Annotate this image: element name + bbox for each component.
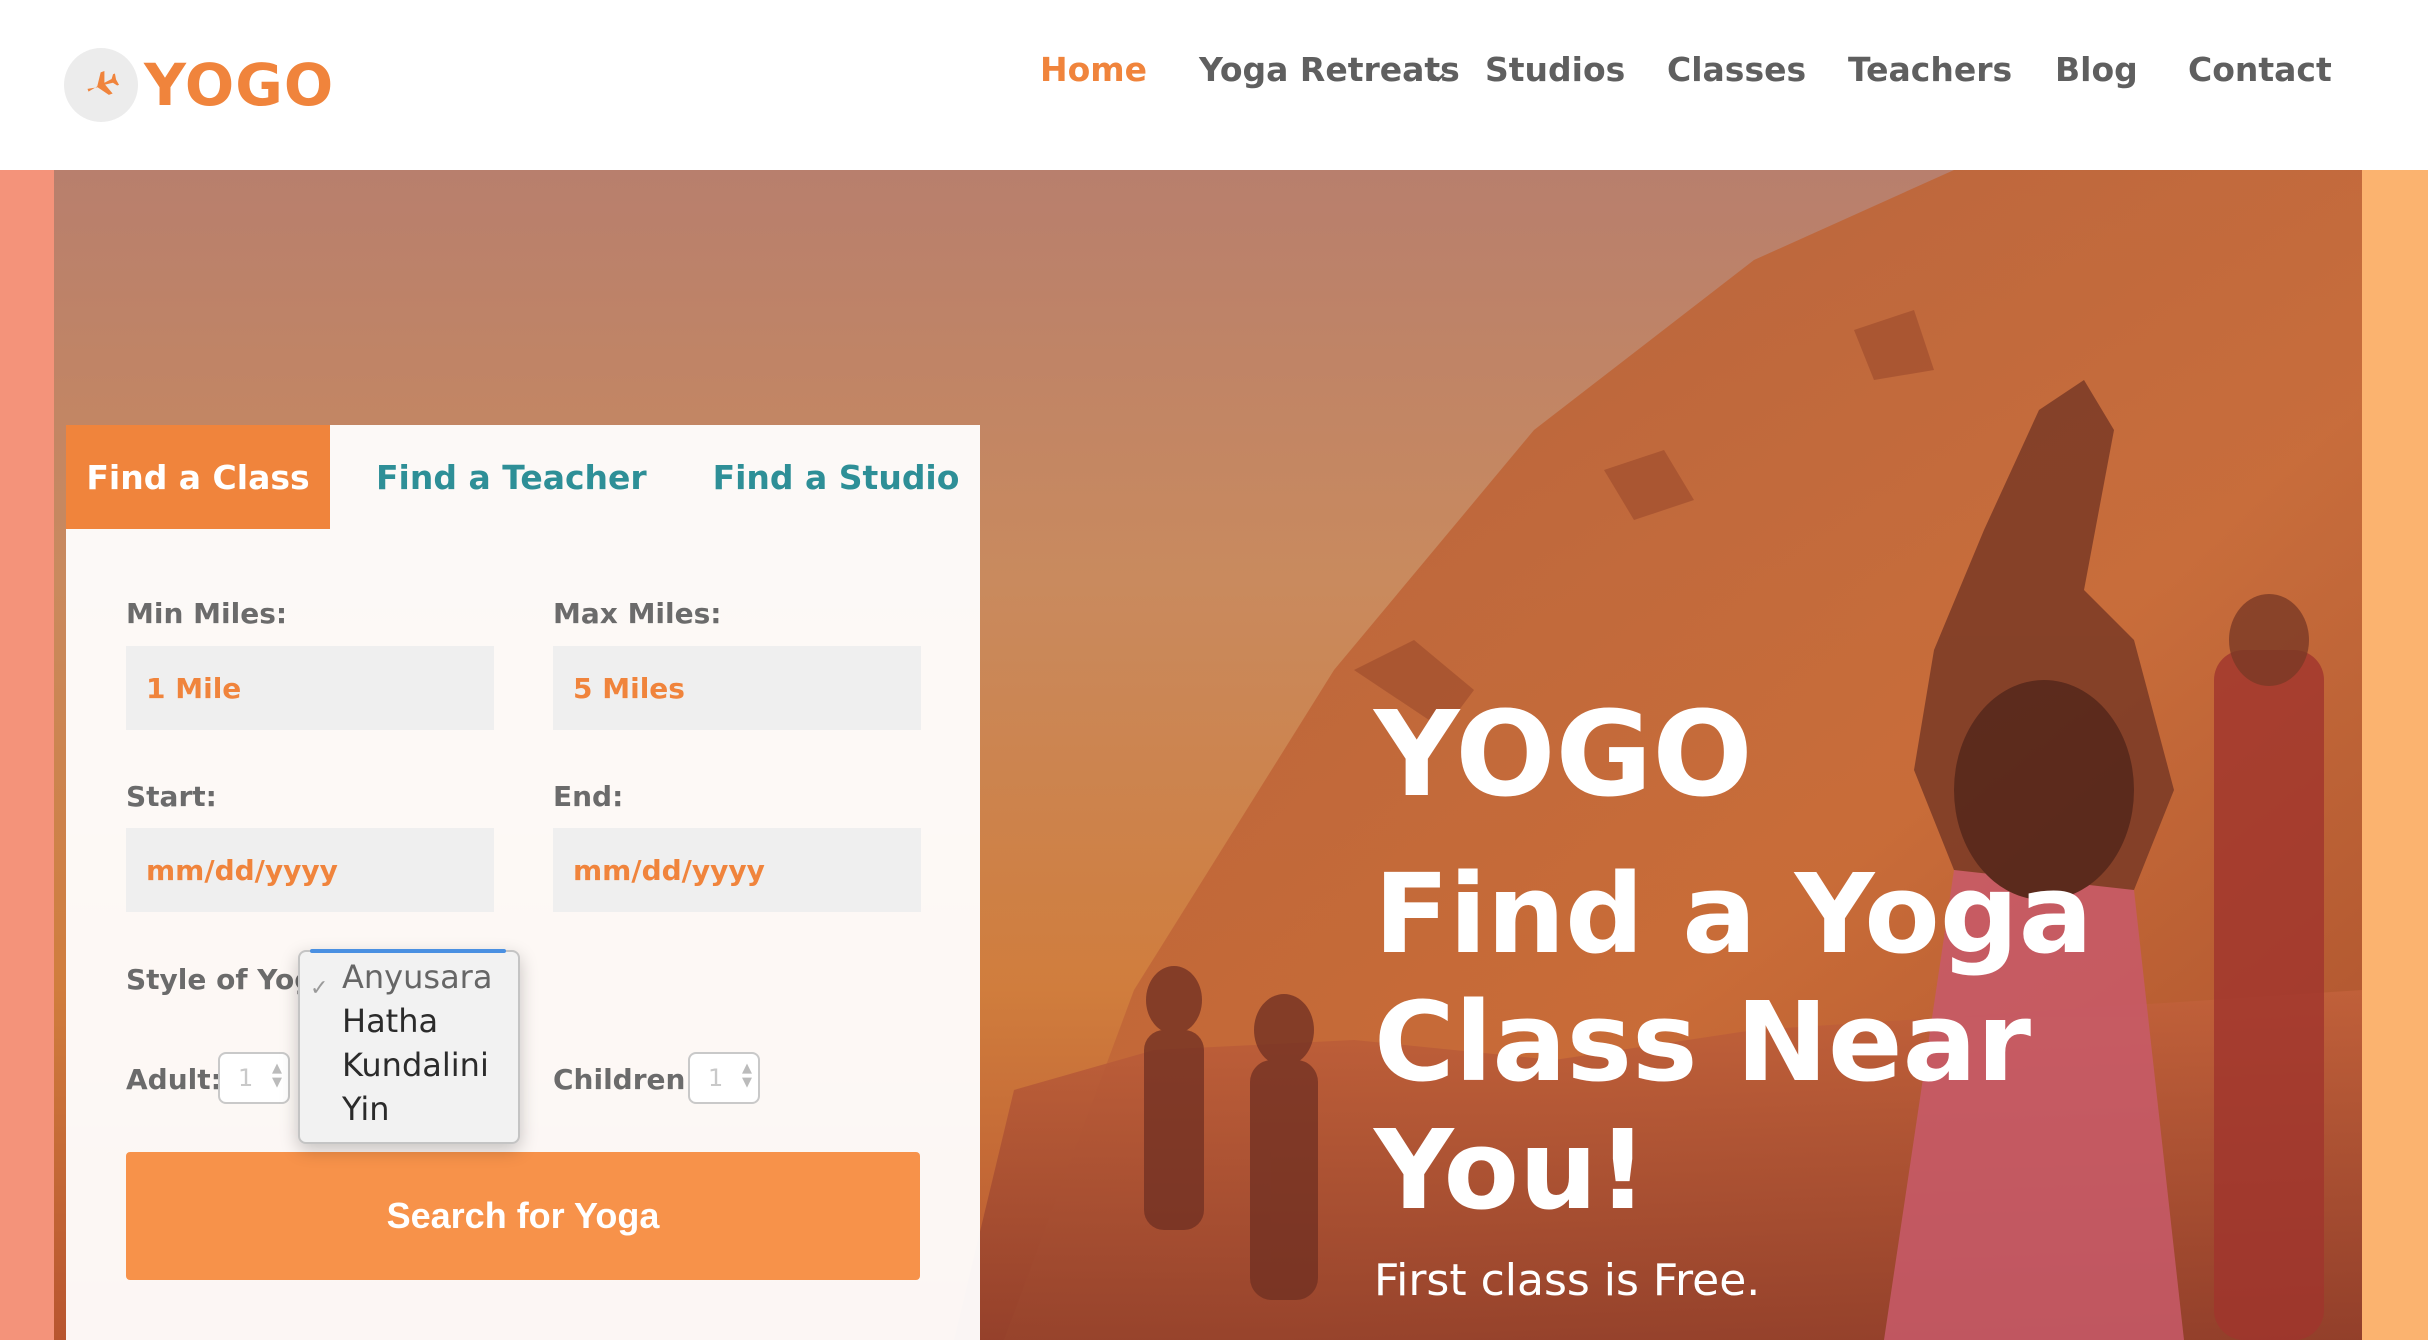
children-stepper[interactable]: 1 ▲ ▼ (688, 1052, 760, 1104)
start-date-input[interactable]: mm/dd/yyyy (126, 828, 494, 912)
option-yin[interactable]: Yin (342, 1090, 390, 1128)
max-miles-label: Max Miles: (553, 597, 722, 630)
end-date-label: End: (553, 780, 624, 813)
nav-item-teachers[interactable]: Teachers (1848, 50, 2012, 89)
nav-item-home[interactable]: Home (1040, 50, 1147, 89)
search-tabs: Find a Class Find a Teacher Find a Studi… (66, 425, 980, 529)
min-miles-select[interactable]: 1 Mile (126, 646, 494, 730)
yoga-style-dropdown[interactable]: ✓ Anyusara Hatha Kundalini Yin (298, 949, 520, 1144)
option-kundalini[interactable]: Kundalini (342, 1046, 489, 1084)
tab-find-class[interactable]: Find a Class (66, 425, 330, 529)
nav-item-studios[interactable]: Studios (1485, 50, 1625, 89)
start-date-label: Start: (126, 780, 217, 813)
adult-stepper[interactable]: 1 ▲ ▼ (218, 1052, 290, 1104)
stepper-arrows-icon[interactable]: ▲ ▼ (272, 1062, 282, 1090)
tab-find-studio[interactable]: Find a Studio (692, 425, 980, 529)
option-hatha[interactable]: Hatha (342, 1002, 438, 1040)
stepper-arrows-icon[interactable]: ▲ ▼ (742, 1062, 752, 1090)
site-header: YOGO Home Yoga Retreats Studios Classes … (0, 0, 2428, 170)
search-panel: Find a Class Find a Teacher Find a Studi… (66, 425, 980, 1340)
hero-right-edge (2362, 170, 2428, 1340)
hero-subtitle: First class is Free. (1374, 1255, 1761, 1306)
hero-left-edge (0, 170, 54, 1340)
min-miles-label: Min Miles: (126, 597, 288, 630)
search-yoga-button[interactable]: Search for Yoga (126, 1152, 920, 1280)
end-date-input[interactable]: mm/dd/yyyy (553, 828, 921, 912)
adult-value: 1 (238, 1064, 254, 1092)
adult-label: Adult: (126, 1063, 222, 1096)
hero-headline: Find a Yoga Class Near You! (1374, 850, 2093, 1234)
children-label: Children: (553, 1063, 697, 1096)
chevron-down-icon[interactable] (1430, 68, 1446, 87)
nav-item-classes[interactable]: Classes (1667, 50, 1806, 89)
nav-item-contact[interactable]: Contact (2188, 50, 2332, 89)
checkmark-icon: ✓ (310, 976, 329, 1001)
children-value: 1 (708, 1064, 724, 1092)
hero-title: YOGO (1374, 685, 1753, 823)
nav-item-blog[interactable]: Blog (2055, 50, 2138, 89)
option-anyusara[interactable]: Anyusara (342, 958, 492, 996)
max-miles-select[interactable]: 5 Miles (553, 646, 921, 730)
main-nav: Home Yoga Retreats Studios Classes Teach… (0, 50, 2428, 100)
dropdown-focus-line (310, 949, 506, 953)
nav-item-yoga-retreats[interactable]: Yoga Retreats (1199, 50, 1460, 89)
